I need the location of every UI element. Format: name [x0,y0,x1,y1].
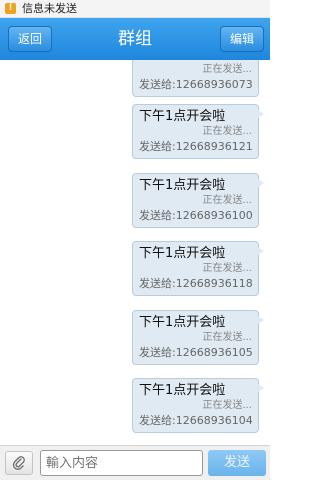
message-recipient: 发送给:12668936100 [139,209,253,222]
message-recipient: 发送给:12668936073 [139,78,253,91]
message-status: 正在发送... [202,64,252,75]
message-recipient: 发送给:12668936105 [139,346,253,359]
message-bubble[interactable]: 下午1点开会啦 正在发送... 发送给:12668936105 [132,310,264,365]
message-recipient: 发送给:12668936104 [139,414,253,427]
message-text: 下午1点开会啦 [139,246,226,261]
message-recipient: 发送给:12668936118 [139,277,253,290]
message-bubble[interactable]: 下午1点开会啦 正在发送... 发送给:12668936118 [132,241,264,296]
message-status: 正在发送... [202,263,252,274]
message-bubble[interactable]: 下午1点开会啦 正在发送... 发送给:12668936104 [132,378,264,433]
header-bar: 群组 返回 编辑 [0,18,270,60]
message-bubble[interactable]: 下午1点开会啦 正在发送... 发送给:12668936121 [132,104,264,159]
message-input[interactable] [40,450,203,476]
message-text: 下午1点开会啦 [139,178,226,193]
message-list[interactable]: 正在发送... 发送给:12668936073 下午1点开会啦 正在发送... … [0,60,270,445]
paperclip-icon[interactable] [5,451,33,475]
message-status: 正在发送... [202,332,252,343]
message-text: 下午1点开会啦 [139,315,226,330]
message-status: 正在发送... [202,195,252,206]
message-status: 正在发送... [202,400,252,411]
edit-button[interactable]: 编辑 [220,26,264,52]
send-button[interactable]: 发送 [208,450,266,476]
message-recipient: 发送给:12668936121 [139,140,253,153]
status-bar: ! 信息未发送 [0,0,270,18]
message-status: 正在发送... [202,126,252,137]
warning-icon: ! [5,3,16,14]
status-text: 信息未发送 [22,2,77,15]
message-text: 下午1点开会啦 [139,383,226,398]
message-bubble[interactable]: 下午1点开会啦 正在发送... 发送给:12668936100 [132,173,264,228]
message-bubble[interactable]: 正在发送... 发送给:12668936073 [132,60,259,97]
message-text: 下午1点开会啦 [139,109,226,124]
compose-bar: 发送 [0,445,270,480]
back-button[interactable]: 返回 [8,26,52,52]
